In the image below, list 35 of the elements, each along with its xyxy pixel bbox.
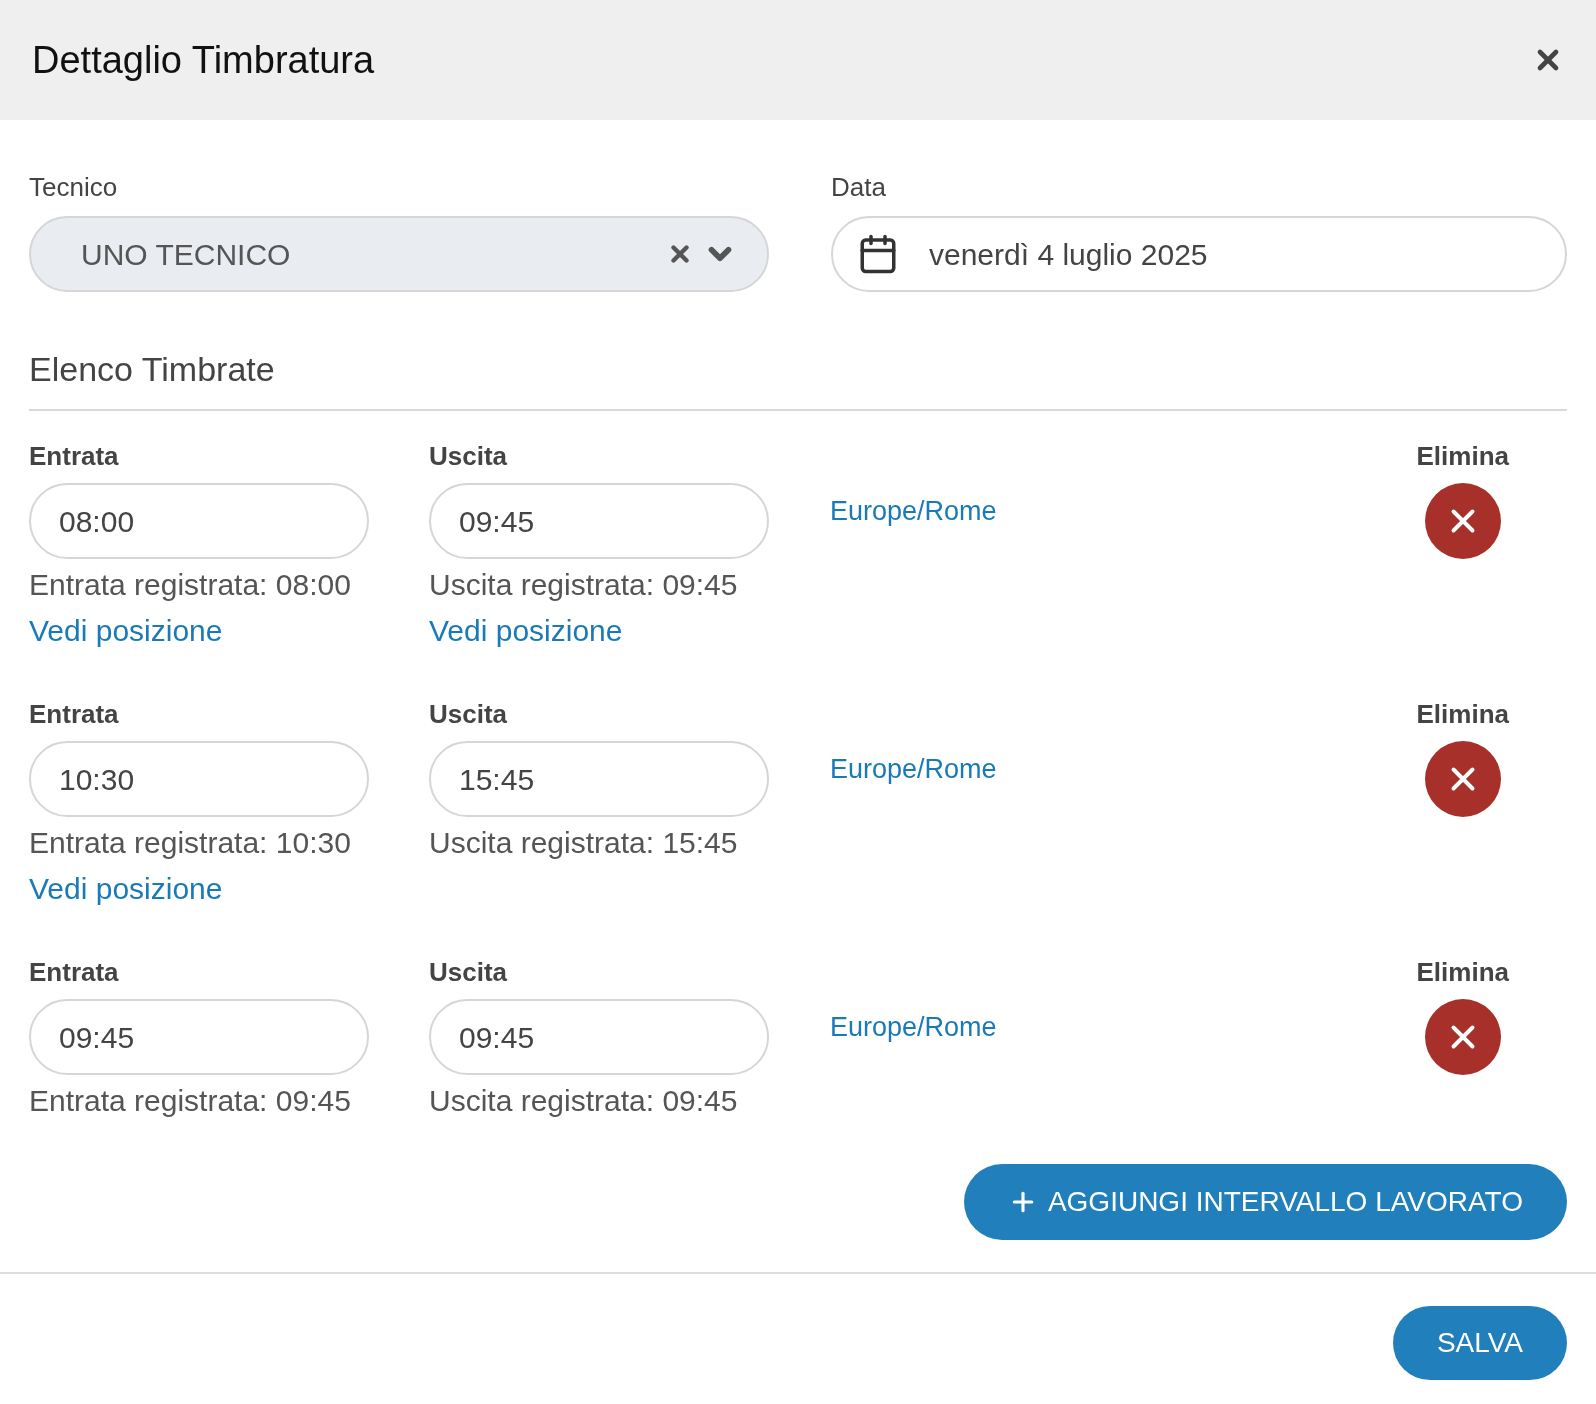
registered-time-text: Entrata registrata: 09:45: [29, 1083, 352, 1119]
time-input[interactable]: 09:45: [29, 999, 369, 1075]
field-label: Uscita: [429, 956, 509, 989]
field-label: Uscita: [429, 440, 509, 473]
field-label: Elimina: [1416, 698, 1509, 731]
add-interval-button[interactable]: AGGIUNGI INTERVALLO LAVORATO: [963, 1164, 1567, 1240]
field-label: Tecnico: [29, 171, 119, 204]
field-label: Elimina: [1416, 956, 1509, 989]
registered-time-text: Entrata registrata: 10:30: [29, 825, 352, 861]
registered-time-text: Uscita registrata: 09:45: [429, 567, 739, 603]
time-input[interactable]: 15:45: [429, 741, 769, 817]
field-label: Uscita: [429, 698, 509, 731]
date-input[interactable]: venerdì 4 luglio 2025: [831, 216, 1567, 292]
time-input[interactable]: 09:45: [429, 999, 769, 1075]
timezone-link[interactable]: Europe/Rome: [830, 749, 997, 790]
section-title: Elenco Timbrate: [29, 344, 1567, 411]
dialog-title: Dettaglio Timbratura: [32, 37, 375, 83]
field-label: Data: [831, 171, 887, 204]
registered-time-text: Uscita registrata: 09:45: [429, 1083, 739, 1119]
calendar-icon: [857, 233, 899, 275]
field-label: Entrata: [29, 698, 120, 731]
view-position-link[interactable]: Vedi posizione: [29, 869, 223, 909]
save-button[interactable]: SALVA: [1392, 1306, 1567, 1380]
field-label: Entrata: [29, 956, 120, 989]
field-label: Elimina: [1416, 440, 1509, 473]
registered-time-text: Uscita registrata: 15:45: [429, 825, 739, 861]
view-position-link[interactable]: Vedi posizione: [29, 611, 223, 651]
timezone-link[interactable]: Europe/Rome: [830, 491, 997, 532]
field-label: Entrata: [29, 440, 120, 473]
view-position-link[interactable]: Vedi posizione: [429, 611, 623, 651]
timezone-link[interactable]: Europe/Rome: [830, 1007, 997, 1048]
time-input[interactable]: 08:00: [29, 483, 369, 559]
registered-time-text: Entrata registrata: 08:00: [29, 567, 352, 603]
time-input[interactable]: 10:30: [29, 741, 369, 817]
time-input[interactable]: 09:45: [429, 483, 769, 559]
